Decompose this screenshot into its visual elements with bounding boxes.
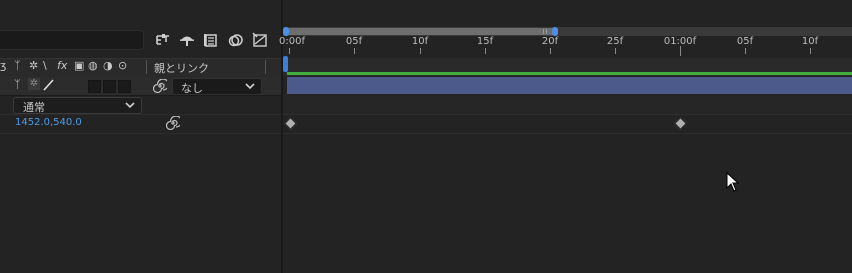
effects-switch-icon[interactable]: fx [57, 59, 67, 72]
timeline-blend-row [283, 95, 852, 115]
ruler-label: 25f [606, 36, 624, 47]
ruler-label: 0:00f [279, 36, 305, 47]
shy-switch-icon[interactable]: ᛉ [14, 59, 21, 72]
graph-editor-icon[interactable] [251, 31, 269, 49]
quality-icon[interactable] [42, 78, 55, 91]
ruler-label: 15f [476, 36, 494, 47]
3d-layer-switch-icon[interactable]: ⊙ [118, 59, 127, 72]
chevron-down-icon [125, 102, 135, 109]
ruler-tick [810, 48, 811, 54]
ruler-tick [420, 48, 421, 54]
ruler-label: 10f [801, 36, 819, 47]
quality-switch-icon[interactable]: \ [43, 59, 47, 72]
motion-blur-checkbox[interactable] [103, 80, 116, 93]
adjustment-layer-checkbox[interactable] [118, 80, 131, 93]
column-divider [265, 60, 266, 74]
work-area-marker [543, 29, 544, 34]
work-area-end-handle[interactable] [552, 27, 558, 36]
pick-whip-icon[interactable] [152, 78, 170, 96]
work-area-range[interactable] [287, 28, 555, 35]
chevron-down-icon [245, 83, 255, 90]
parent-dropdown[interactable]: なし [172, 78, 262, 95]
shy-layer-icon[interactable]: ᛉ [14, 78, 21, 91]
switch-glyph[interactable]: ʒ [0, 59, 6, 72]
collapse-transform-icon[interactable]: ✲ [28, 78, 40, 90]
ruler-tick [289, 48, 290, 54]
ruler-tick [485, 48, 486, 54]
layer-duration-bar[interactable] [287, 77, 852, 94]
ruler-tick [354, 48, 355, 54]
parent-dropdown-value: なし [181, 82, 203, 95]
position-value[interactable]: 1452.0,540.0 [15, 117, 82, 128]
motion-blur-icon[interactable] [227, 31, 245, 49]
parent-link-column-label: 親とリンク [154, 62, 209, 75]
ruler-label: 20f [541, 36, 559, 47]
collapse-switch-icon[interactable]: ✲ [29, 59, 38, 72]
ruler-tick [745, 48, 746, 54]
time-ruler[interactable] [283, 36, 852, 56]
search-input[interactable] [0, 30, 144, 50]
ruler-label: 05f [736, 36, 754, 47]
timeline-position-row [283, 115, 852, 134]
frame-blend-switch-icon[interactable]: ▣ [74, 59, 84, 72]
column-divider [146, 60, 147, 74]
blend-mode-dropdown[interactable]: 通常 [13, 97, 142, 114]
blend-mode-value: 通常 [23, 101, 45, 114]
ruler-label: 05f [345, 36, 363, 47]
shy-layers-icon[interactable] [178, 31, 196, 49]
frame-blending-icon[interactable] [202, 31, 220, 49]
mouse-cursor-icon [726, 172, 740, 192]
current-time-indicator[interactable] [283, 56, 288, 72]
frame-blend-checkbox[interactable] [88, 80, 101, 93]
comp-flowchart-icon[interactable] [154, 31, 172, 49]
ruler-tick [680, 46, 681, 56]
pick-whip-icon[interactable] [165, 115, 183, 133]
ruler-label: 10f [411, 36, 429, 47]
render-bar [287, 72, 852, 75]
ruler-tick [550, 48, 551, 54]
motion-blur-switch-icon[interactable]: ◍ [88, 59, 98, 72]
ruler-tick [615, 48, 616, 54]
adjustment-layer-switch-icon[interactable]: ◑ [103, 59, 113, 72]
work-area-marker [546, 29, 547, 34]
work-area-start-handle[interactable] [283, 27, 289, 36]
